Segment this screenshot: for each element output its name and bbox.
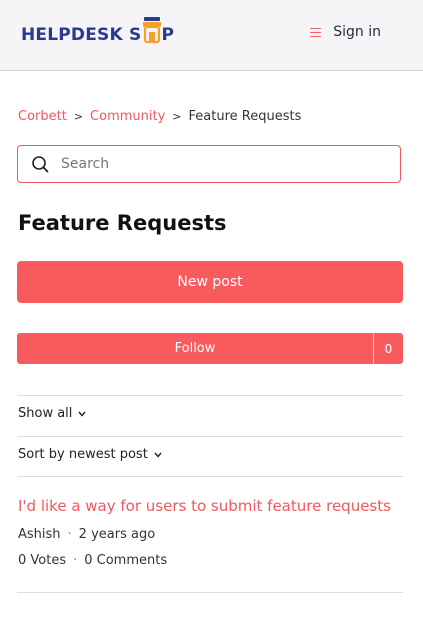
post-meta: Ashish · 2 years ago bbox=[18, 527, 155, 542]
post-title-link[interactable]: I'd like a way for users to submit featu… bbox=[18, 497, 391, 515]
breadcrumb-separator: > bbox=[73, 110, 84, 123]
post-votes: 0 Votes bbox=[18, 553, 67, 568]
search-box bbox=[17, 145, 401, 183]
show-filter-dropdown[interactable]: Show all bbox=[18, 406, 86, 421]
chevron-down-icon bbox=[154, 451, 162, 459]
logo-text-part2: P bbox=[161, 25, 175, 45]
header-menu: Sign in bbox=[310, 24, 381, 40]
sort-dropdown[interactable]: Sort by newest post bbox=[18, 447, 162, 462]
divider bbox=[17, 395, 403, 396]
divider bbox=[17, 476, 403, 477]
post-comments: 0 Comments bbox=[84, 553, 168, 568]
show-filter-label: Show all bbox=[18, 406, 73, 421]
sort-label: Sort by newest post bbox=[18, 447, 148, 462]
shop-awning-icon bbox=[142, 17, 162, 44]
search-icon bbox=[31, 155, 49, 173]
breadcrumb: Corbett > Community > Feature Requests bbox=[18, 109, 301, 124]
logo-text-part1: HELPDESK S bbox=[21, 25, 142, 45]
site-header: HELPDESK S P Sign in bbox=[0, 0, 423, 71]
post-author[interactable]: Ashish bbox=[18, 527, 61, 542]
page-title: Feature Requests bbox=[18, 211, 227, 235]
breadcrumb-current: Feature Requests bbox=[188, 109, 302, 124]
breadcrumb-separator: > bbox=[172, 110, 182, 123]
post-time: 2 years ago bbox=[78, 527, 156, 542]
hamburger-icon[interactable] bbox=[310, 27, 322, 38]
breadcrumb-item-community[interactable]: Community bbox=[90, 109, 165, 124]
new-post-button[interactable]: New post bbox=[17, 261, 403, 303]
post-stats: 0 Votes · 0 Comments bbox=[18, 553, 167, 568]
breadcrumb-item-corbett[interactable]: Corbett bbox=[18, 109, 67, 124]
divider bbox=[17, 436, 403, 437]
separator-dot: · bbox=[67, 527, 72, 542]
follow-button[interactable]: Follow bbox=[17, 333, 373, 364]
separator-dot: · bbox=[73, 553, 78, 568]
sign-in-link[interactable]: Sign in bbox=[333, 24, 381, 40]
search-input[interactable] bbox=[59, 155, 363, 173]
follow-group: Follow 0 bbox=[17, 333, 403, 364]
divider bbox=[17, 592, 403, 593]
chevron-down-icon bbox=[78, 410, 86, 418]
follower-count: 0 bbox=[373, 333, 403, 364]
helpdesk-shop-logo[interactable]: HELPDESK S P bbox=[21, 17, 175, 46]
